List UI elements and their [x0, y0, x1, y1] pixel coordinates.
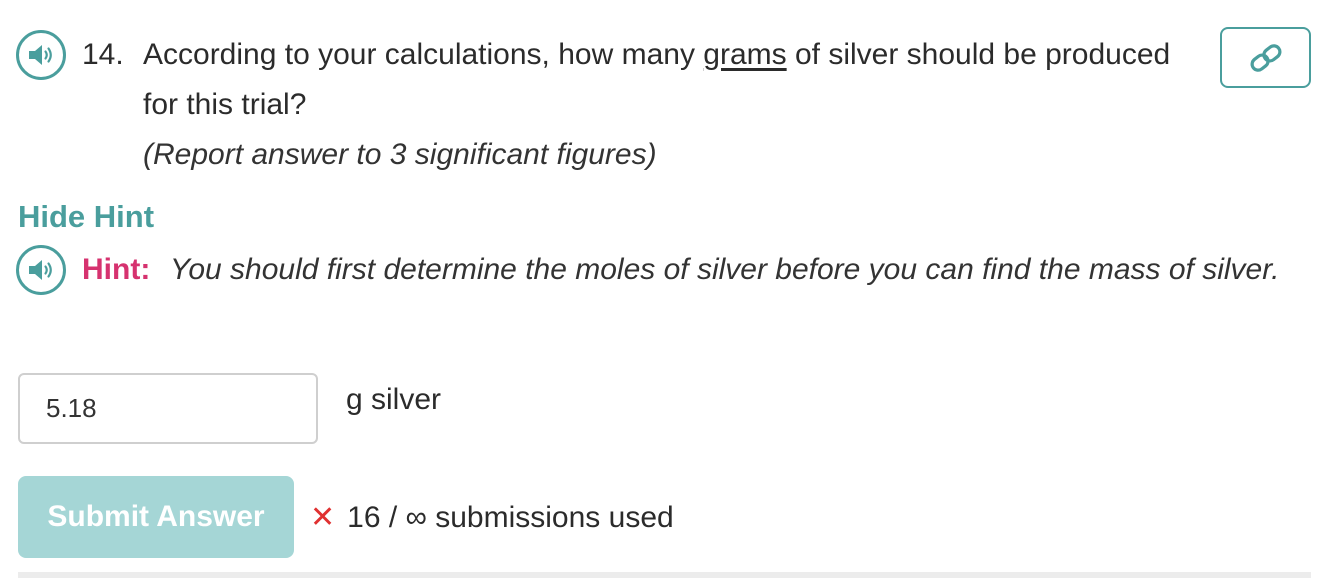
- question-panel: 14. According to your calculations, how …: [0, 0, 1332, 578]
- link-icon: [1250, 43, 1281, 72]
- hint-text: You should first determine the moles of …: [170, 253, 1280, 286]
- question-text-emphasis: grams: [703, 38, 787, 71]
- submit-answer-button[interactable]: Submit Answer: [18, 476, 294, 558]
- hint-label: Hint:: [82, 253, 151, 286]
- read-hint-audio-button[interactable]: [16, 245, 66, 295]
- hide-hint-link[interactable]: Hide Hint: [18, 195, 154, 239]
- question-number: 14.: [82, 38, 124, 71]
- read-question-audio-button[interactable]: [16, 30, 66, 80]
- speaker-icon: [29, 45, 52, 65]
- permalink-button[interactable]: [1220, 27, 1311, 88]
- question-text: According to your calculations, how many…: [143, 30, 1183, 130]
- answer-input[interactable]: [18, 373, 318, 444]
- submission-count: 16 / ∞ submissions used: [347, 501, 674, 534]
- close-icon: ✕: [310, 501, 336, 534]
- question-text-before: According to your calculations, how many: [143, 38, 704, 71]
- answer-unit-label: g silver: [346, 383, 442, 416]
- divider: [18, 572, 1311, 578]
- question-note: (Report answer to 3 significant figures): [143, 138, 657, 171]
- submission-status: ✕ 16 / ∞ submissions used: [310, 496, 674, 540]
- speaker-icon: [29, 260, 52, 280]
